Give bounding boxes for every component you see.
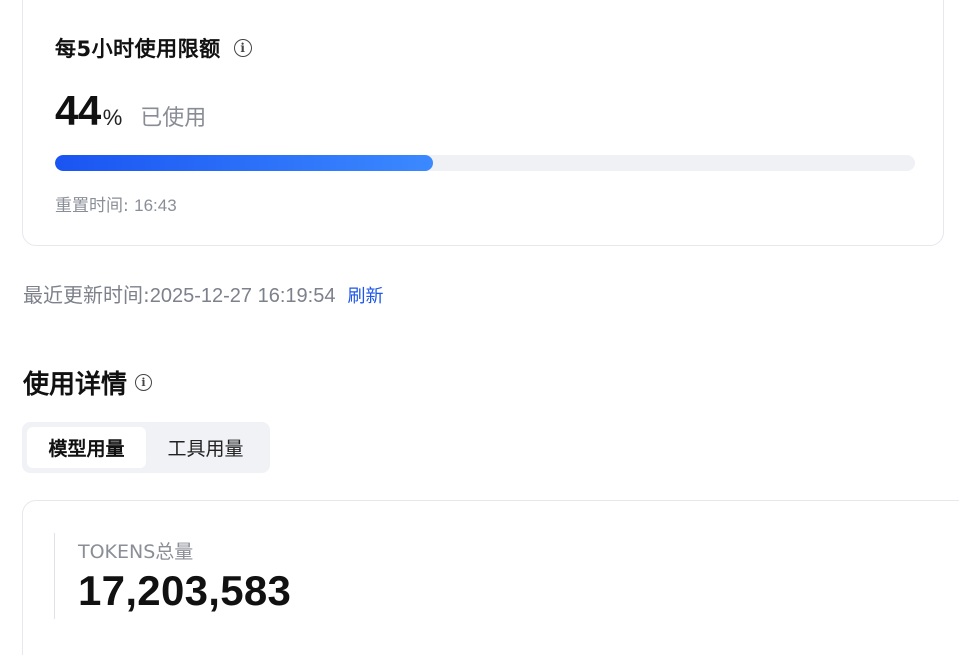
usage-tabs: 模型用量 工具用量 [22,422,270,473]
quota-title-row: 每5小时使用限额 i [55,33,252,63]
tokens-total-value: 17,203,583 [78,567,292,614]
info-icon[interactable]: i [233,39,252,57]
last-update-value: 2025-12-27 16:19:54 [149,285,336,307]
tokens-total-label: TOKENS总量 [78,541,194,563]
usage-progress-bar [55,155,915,171]
usage-progress-fill [55,155,434,171]
usage-page: 每5小时使用限额 i 44 % 已使用 重置时间: 16:43 最近更新时间: … [0,0,959,655]
last-update-row: 最近更新时间: 2025-12-27 16:19:54 刷新 [23,279,383,308]
reset-time-row: 重置时间: 16:43 [55,191,177,216]
last-update-label: 最近更新时间: [23,283,150,307]
usage-row: 44 % 已使用 [55,87,206,135]
usage-details-header: 使用详情 i [23,364,153,401]
info-icon[interactable]: i [135,374,153,391]
refresh-link[interactable]: 刷新 [347,282,383,308]
tab-model-usage[interactable]: 模型用量 [27,427,146,468]
quota-card: 每5小时使用限额 i 44 % 已使用 重置时间: 16:43 [22,0,944,246]
usage-percent-unit: % [102,105,123,130]
tab-tool-usage[interactable]: 工具用量 [146,427,265,468]
usage-percent: 44 [55,87,101,134]
reset-time-value: 16:43 [134,196,177,215]
tokens-card: TOKENS总量 17,203,583 [22,500,959,655]
reset-time-label: 重置时间: [55,196,129,216]
tokens-divider [54,533,55,619]
usage-details-title: 使用详情 [23,370,128,400]
usage-used-label: 已使用 [140,106,207,131]
quota-title: 每5小时使用限额 [55,37,221,61]
